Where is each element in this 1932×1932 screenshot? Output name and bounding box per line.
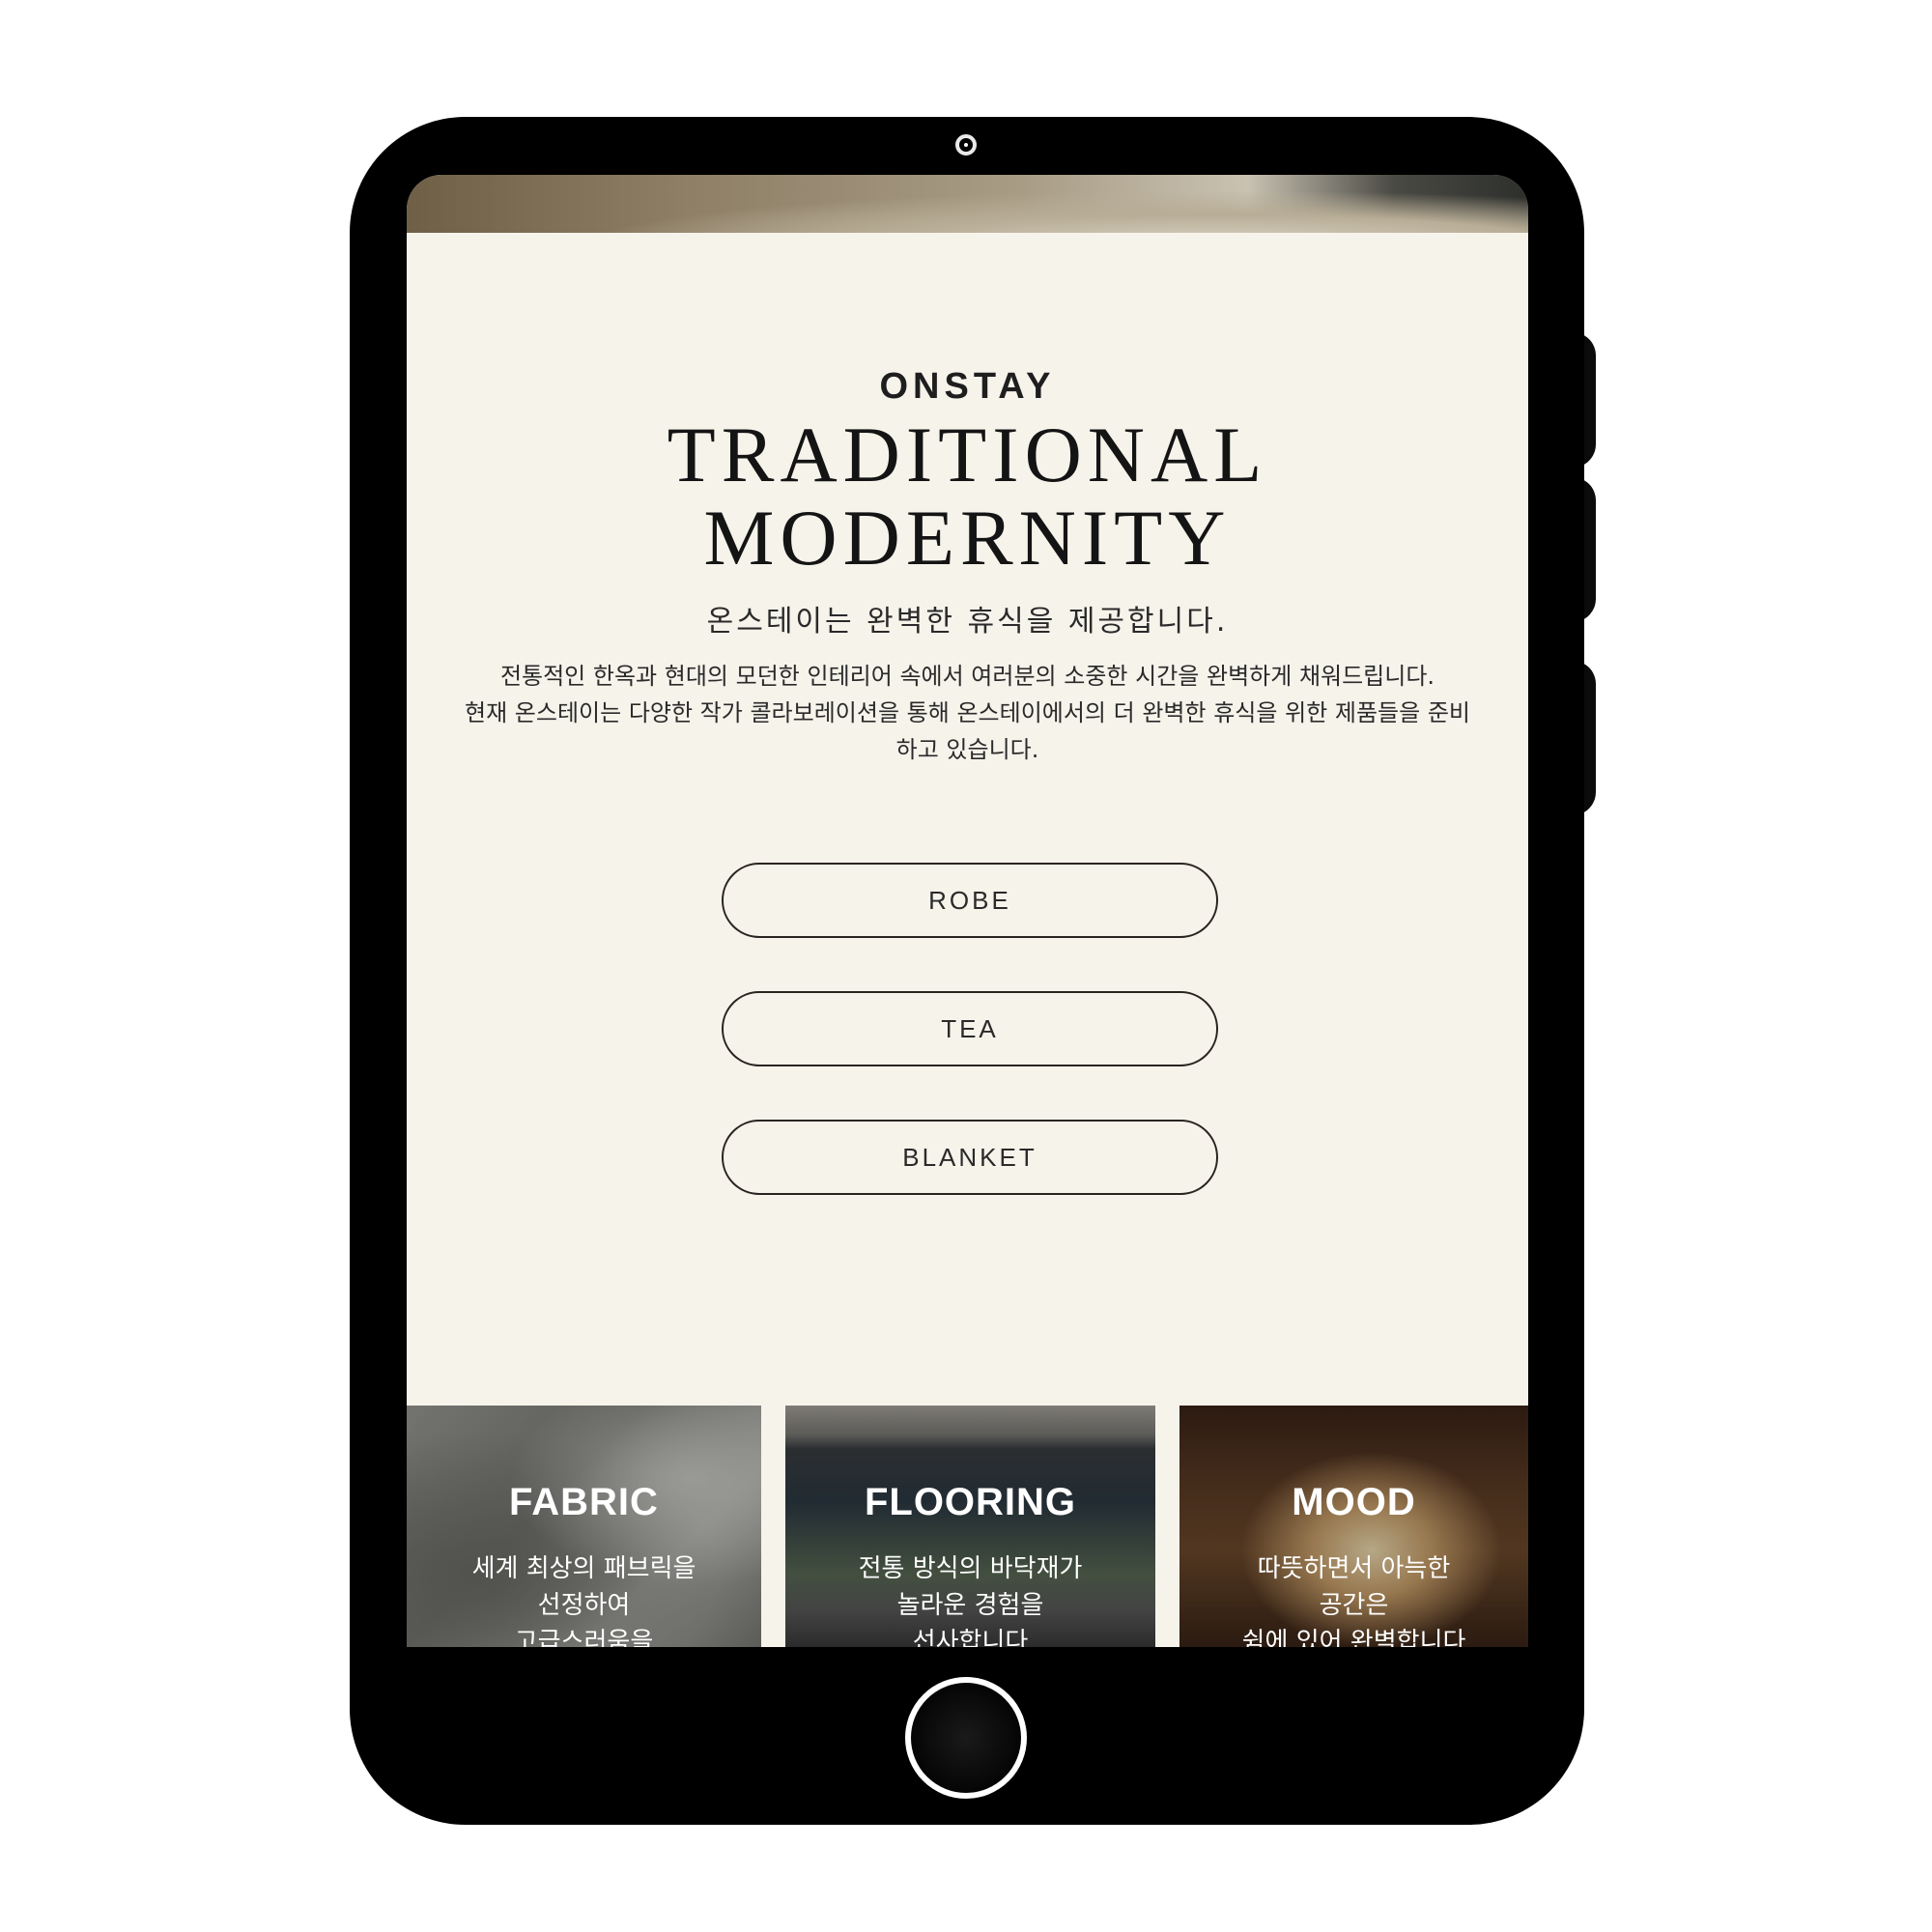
description-paragraph-2: 현재 온스테이는 다양한 작가 콜라보레이션을 통해 온스테이에서의 더 완벽한… bbox=[465, 699, 1470, 763]
description-paragraph-1: 전통적인 한옥과 현대의 모던한 인테리어 속에서 여러분의 소중한 시간을 완… bbox=[499, 663, 1435, 690]
page-title-line-1: TRADITIONAL bbox=[667, 411, 1268, 498]
subheadline: 온스테이는 완벽한 휴식을 제공합니다. bbox=[706, 605, 1229, 639]
stage: ONSTAY TRADITIONAL MODERNITY 온스테이는 완벽한 휴… bbox=[0, 0, 1932, 1932]
hero-image bbox=[407, 175, 1528, 233]
flooring-card-title: FLOORING bbox=[864, 1481, 1077, 1523]
camera-icon bbox=[955, 134, 977, 156]
tea-button[interactable]: TEA bbox=[722, 991, 1218, 1066]
flooring-card[interactable]: FLOORING 전통 방식의 바닥재가 놀라운 경험을 선사합니다 bbox=[785, 1406, 1155, 1647]
robe-button[interactable]: ROBE bbox=[722, 863, 1218, 938]
feature-cards: FABRIC 세계 최상의 패브릭을 선정하여 고급스러움을 FLOORING … bbox=[407, 1406, 1528, 1647]
fabric-card-title: FABRIC bbox=[509, 1481, 659, 1523]
mood-card-title: MOOD bbox=[1292, 1481, 1416, 1523]
mood-card-text: 따뜻하면서 아늑한 공간은 쉼에 있어 완벽합니다 bbox=[1241, 1554, 1466, 1647]
home-button[interactable] bbox=[905, 1677, 1027, 1799]
brand-label: ONSTAY bbox=[879, 366, 1056, 407]
page-title: TRADITIONAL MODERNITY bbox=[407, 413, 1528, 580]
blanket-button[interactable]: BLANKET bbox=[722, 1120, 1218, 1195]
mood-card[interactable]: MOOD 따뜻하면서 아늑한 공간은 쉼에 있어 완벽합니다 bbox=[1179, 1406, 1528, 1647]
fabric-card-text: 세계 최상의 패브릭을 선정하여 고급스러움을 bbox=[471, 1554, 696, 1647]
screen: ONSTAY TRADITIONAL MODERNITY 온스테이는 완벽한 휴… bbox=[407, 175, 1528, 1647]
description: 전통적인 한옥과 현대의 모던한 인테리어 속에서 여러분의 소중한 시간을 완… bbox=[465, 658, 1470, 768]
page-title-line-2: MODERNITY bbox=[703, 494, 1232, 582]
fabric-card[interactable]: FABRIC 세계 최상의 패브릭을 선정하여 고급스러움을 bbox=[407, 1406, 761, 1647]
flooring-card-text: 전통 방식의 바닥재가 놀라운 경험을 선사합니다 bbox=[858, 1554, 1083, 1647]
